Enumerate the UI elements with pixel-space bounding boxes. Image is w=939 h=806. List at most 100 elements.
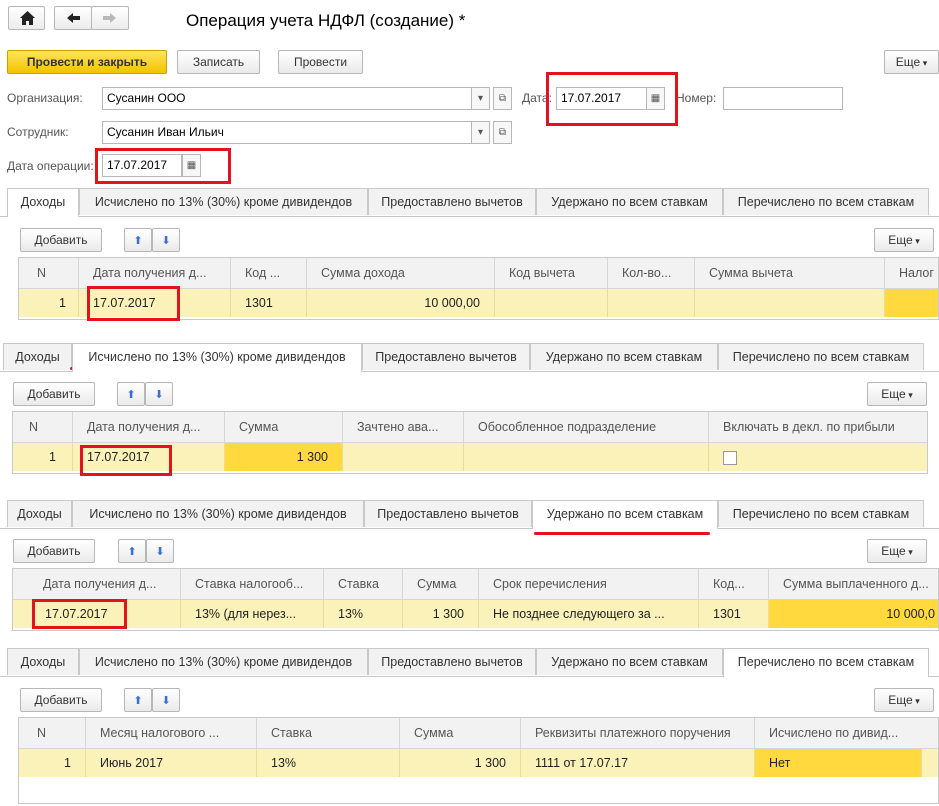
- move-down-button[interactable]: ⬇: [145, 382, 173, 406]
- tab-income[interactable]: Доходы: [7, 500, 72, 527]
- col-deduction-code[interactable]: Код вычета: [495, 258, 608, 288]
- number-field[interactable]: [723, 87, 843, 110]
- tab-calculated[interactable]: Исчислено по 13% (30%) кроме дивидендов: [79, 648, 368, 675]
- cell-month[interactable]: Июнь 2017: [86, 749, 257, 777]
- save-button[interactable]: Записать: [177, 50, 260, 74]
- cell-offset[interactable]: [343, 443, 464, 471]
- tab-deductions[interactable]: Предоставлено вычетов: [368, 188, 536, 215]
- cell-date[interactable]: 17.07.2017: [73, 443, 225, 471]
- date-field[interactable]: 17.07.2017: [556, 87, 647, 110]
- back-button[interactable]: [54, 6, 92, 30]
- date-calendar-button[interactable]: ▦: [646, 87, 665, 110]
- tab-transferred[interactable]: Перечислено по всем ставкам: [723, 188, 929, 215]
- col-rate[interactable]: Ставка: [257, 718, 400, 748]
- cell-date[interactable]: 17.07.2017: [13, 600, 181, 628]
- tab-withheld[interactable]: Удержано по всем ставкам: [536, 648, 723, 675]
- org-dropdown[interactable]: ▾: [471, 87, 490, 110]
- cell-amount[interactable]: 1 300: [403, 600, 479, 628]
- col-tax[interactable]: Налог: [885, 258, 938, 288]
- cell-payment-details[interactable]: 1111 от 17.07.17: [521, 749, 755, 777]
- cell-rate[interactable]: 13%: [324, 600, 403, 628]
- col-qty[interactable]: Кол-во...: [608, 258, 695, 288]
- table-row[interactable]: 1 17.07.2017 1301 10 000,00: [19, 289, 938, 317]
- tab-calculated[interactable]: Исчислено по 13% (30%) кроме дивидендов: [72, 500, 364, 527]
- employee-dropdown[interactable]: ▾: [471, 121, 490, 144]
- col-payment-details[interactable]: Реквизиты платежного поручения: [521, 718, 755, 748]
- move-up-button[interactable]: ⬆: [124, 688, 152, 712]
- employee-field[interactable]: Сусанин Иван Ильич: [102, 121, 472, 144]
- more-button[interactable]: Еще: [867, 382, 927, 406]
- col-n[interactable]: N: [19, 258, 79, 288]
- home-button[interactable]: [8, 6, 45, 30]
- table-row[interactable]: 1 17.07.2017 1 300: [13, 443, 927, 471]
- cell-deduction-amount[interactable]: [695, 289, 885, 317]
- tab-deductions[interactable]: Предоставлено вычетов: [362, 343, 530, 370]
- move-down-button[interactable]: ⬇: [152, 688, 180, 712]
- cell-amount[interactable]: 1 300: [400, 749, 521, 777]
- cell-paid-amount[interactable]: 10 000,0: [769, 600, 938, 628]
- col-date[interactable]: Дата получения д...: [13, 569, 181, 599]
- col-dividends[interactable]: Исчислено по дивид...: [755, 718, 938, 748]
- employee-open[interactable]: ⧉: [493, 121, 512, 144]
- add-button[interactable]: Добавить: [13, 539, 95, 563]
- tab-withheld[interactable]: Удержано по всем ставкам: [532, 500, 718, 529]
- col-date[interactable]: Дата получения д...: [79, 258, 231, 288]
- more-button[interactable]: Еще: [874, 688, 934, 712]
- col-amount[interactable]: Сумма: [400, 718, 521, 748]
- table-row[interactable]: 1 Июнь 2017 13% 1 300 1111 от 17.07.17 Н…: [19, 749, 938, 777]
- tab-transferred[interactable]: Перечислено по всем ставкам: [718, 343, 924, 370]
- tab-calculated[interactable]: Исчислено по 13% (30%) кроме дивидендов: [72, 343, 362, 372]
- move-up-button[interactable]: ⬆: [117, 382, 145, 406]
- cell-qty[interactable]: [608, 289, 695, 317]
- more-button[interactable]: Еще: [874, 228, 934, 252]
- col-n[interactable]: N: [13, 412, 73, 442]
- cell-dividends[interactable]: Нет: [755, 749, 922, 777]
- col-amount[interactable]: Сумма: [403, 569, 479, 599]
- add-button[interactable]: Добавить: [20, 688, 102, 712]
- col-rate-type[interactable]: Ставка налогооб...: [181, 569, 324, 599]
- col-month[interactable]: Месяц налогового ...: [86, 718, 257, 748]
- op-date-field[interactable]: 17.07.2017: [102, 154, 182, 177]
- col-branch[interactable]: Обособленное подразделение: [464, 412, 709, 442]
- more-button[interactable]: Еще: [884, 50, 939, 74]
- col-date[interactable]: Дата получения д...: [73, 412, 225, 442]
- cell-date[interactable]: 17.07.2017: [79, 289, 231, 317]
- col-include[interactable]: Включать в декл. по прибыли: [709, 412, 927, 442]
- tab-income[interactable]: Доходы: [7, 188, 79, 217]
- forward-button[interactable]: [91, 6, 129, 30]
- col-n[interactable]: N: [19, 718, 86, 748]
- cell-amount[interactable]: 1 300: [225, 443, 343, 471]
- col-code[interactable]: Код ...: [231, 258, 307, 288]
- cell-amount[interactable]: 10 000,00: [307, 289, 495, 317]
- tab-calculated[interactable]: Исчислено по 13% (30%) кроме дивидендов: [79, 188, 368, 215]
- org-open[interactable]: ⧉: [493, 87, 512, 110]
- col-paid-amount[interactable]: Сумма выплаченного д...: [769, 569, 938, 599]
- col-deadline[interactable]: Срок перечисления: [479, 569, 699, 599]
- cell-code[interactable]: 1301: [231, 289, 307, 317]
- org-field[interactable]: Сусанин ООО: [102, 87, 472, 110]
- post-button[interactable]: Провести: [278, 50, 363, 74]
- col-amount[interactable]: Сумма дохода: [307, 258, 495, 288]
- col-amount[interactable]: Сумма: [225, 412, 343, 442]
- move-down-button[interactable]: ⬇: [152, 228, 180, 252]
- cell-n[interactable]: 1: [13, 443, 73, 471]
- tab-income[interactable]: Доходы: [3, 343, 72, 370]
- move-up-button[interactable]: ⬆: [124, 228, 152, 252]
- move-up-button[interactable]: ⬆: [118, 539, 146, 563]
- cell-branch[interactable]: [464, 443, 709, 471]
- tab-deductions[interactable]: Предоставлено вычетов: [368, 648, 536, 675]
- col-rate[interactable]: Ставка: [324, 569, 403, 599]
- cell-rate-type[interactable]: 13% (для нерез...: [181, 600, 324, 628]
- col-deduction-amount[interactable]: Сумма вычета: [695, 258, 885, 288]
- more-button[interactable]: Еще: [867, 539, 927, 563]
- cell-deadline[interactable]: Не позднее следующего за ...: [479, 600, 699, 628]
- include-checkbox[interactable]: [723, 450, 737, 465]
- cell-code[interactable]: 1301: [699, 600, 769, 628]
- cell-deduction-code[interactable]: [495, 289, 608, 317]
- cell-n[interactable]: 1: [19, 749, 86, 777]
- tab-withheld[interactable]: Удержано по всем ставкам: [530, 343, 718, 370]
- tab-income[interactable]: Доходы: [7, 648, 79, 675]
- post-and-close-button[interactable]: Провести и закрыть: [7, 50, 167, 74]
- add-button[interactable]: Добавить: [20, 228, 102, 252]
- move-down-button[interactable]: ⬇: [146, 539, 174, 563]
